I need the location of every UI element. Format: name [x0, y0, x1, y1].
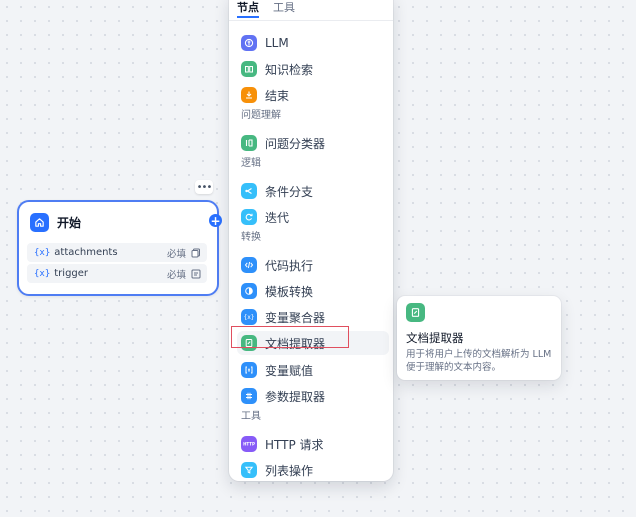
- add-node-button[interactable]: +: [209, 214, 222, 227]
- node-item-end[interactable]: 结束: [237, 83, 389, 107]
- node-item-knowledge-retrieval[interactable]: 知识检索: [237, 57, 389, 81]
- parameter-extractor-icon: [241, 388, 257, 404]
- iteration-icon: [241, 209, 257, 225]
- node-item-label: LLM: [265, 36, 289, 50]
- variable-name: attachments: [54, 247, 118, 258]
- node-item-label: 列表操作: [265, 463, 314, 478]
- document-extractor-icon: [406, 303, 425, 322]
- variable-icon: {x}: [34, 247, 51, 258]
- file-list-icon: [190, 247, 202, 259]
- question-classifier-icon: [241, 135, 257, 151]
- start-node-header: 开始: [30, 213, 81, 232]
- node-item-code[interactable]: 代码执行: [237, 253, 389, 277]
- variable-name: trigger: [54, 268, 89, 279]
- svg-text:HTTP: HTTP: [243, 442, 255, 447]
- node-description-tooltip: 文档提取器 用于将用户上传的文档解析为 LLM 便于理解的文本内容。: [397, 296, 561, 380]
- text-input-icon: [190, 268, 202, 280]
- variable-aggregator-icon: {x}: [241, 309, 257, 325]
- node-item-label: 模板转换: [265, 284, 314, 299]
- tooltip-description: 用于将用户上传的文档解析为 LLM 便于理解的文本内容。: [406, 349, 552, 373]
- selection-highlight-box: [231, 326, 349, 348]
- node-item-parameter-extractor[interactable]: 参数提取器: [237, 384, 389, 408]
- node-item-llm[interactable]: LLM: [237, 31, 389, 55]
- node-item-question-classifier[interactable]: 问题分类器: [237, 131, 389, 155]
- node-item-label: 代码执行: [265, 258, 314, 273]
- node-item-label: 结束: [265, 88, 290, 103]
- node-item-label: HTTP 请求: [265, 437, 324, 452]
- node-item-label: 问题分类器: [265, 136, 326, 151]
- variable-row-attachments[interactable]: {x} attachments 必填: [27, 243, 207, 262]
- code-icon: [241, 257, 257, 273]
- template-transform-icon: [241, 283, 257, 299]
- required-label: 必填: [166, 269, 186, 281]
- http-request-icon: HTTP: [241, 436, 257, 452]
- llm-icon: [241, 35, 257, 51]
- panel-tabs: 节点 工具: [229, 0, 393, 21]
- plus-icon: +: [210, 213, 221, 228]
- list-operator-icon: [241, 462, 257, 478]
- if-else-icon: [241, 183, 257, 199]
- node-item-list-operator[interactable]: 列表操作: [237, 458, 389, 482]
- node-item-label: 知识检索: [265, 62, 314, 77]
- more-label: •••: [196, 181, 213, 193]
- start-node[interactable]: 开始 {x} attachments 必填 {x} trigger 必填: [17, 200, 219, 296]
- variable-row-trigger[interactable]: {x} trigger 必填: [27, 264, 207, 283]
- node-selector-panel: 节点 工具 LLM 知识检索 结束 问题理解 问题分类器 逻辑 条件分支 迭代 …: [229, 0, 393, 481]
- node-item-template-transform[interactable]: 模板转换: [237, 279, 389, 303]
- section-transform: 转换: [241, 232, 261, 243]
- node-item-variable-assigner[interactable]: 变量赋值: [237, 358, 389, 382]
- node-item-label: 变量聚合器: [265, 310, 326, 325]
- section-tools: 工具: [241, 411, 261, 422]
- node-item-label: 条件分支: [265, 184, 314, 199]
- tooltip-title: 文档提取器: [406, 331, 464, 345]
- required-label: 必填: [166, 248, 186, 260]
- end-icon: [241, 87, 257, 103]
- node-item-http-request[interactable]: HTTP HTTP 请求: [237, 432, 389, 456]
- home-icon: [30, 213, 49, 232]
- tab-tools[interactable]: 工具: [273, 0, 295, 15]
- variable-assigner-icon: [241, 362, 257, 378]
- svg-text:{x}: {x}: [244, 314, 254, 321]
- knowledge-retrieval-icon: [241, 61, 257, 77]
- node-item-iteration[interactable]: 迭代: [237, 205, 389, 229]
- tab-nodes[interactable]: 节点: [237, 0, 259, 18]
- node-item-label: 变量赋值: [265, 363, 314, 378]
- variable-icon: {x}: [34, 268, 51, 279]
- node-item-label: 参数提取器: [265, 389, 326, 404]
- section-logic: 逻辑: [241, 158, 261, 169]
- start-node-title: 开始: [57, 216, 82, 230]
- section-question-understanding: 问题理解: [241, 110, 281, 121]
- node-item-label: 迭代: [265, 210, 290, 225]
- node-more-button[interactable]: •••: [195, 180, 213, 194]
- node-item-if-else[interactable]: 条件分支: [237, 179, 389, 203]
